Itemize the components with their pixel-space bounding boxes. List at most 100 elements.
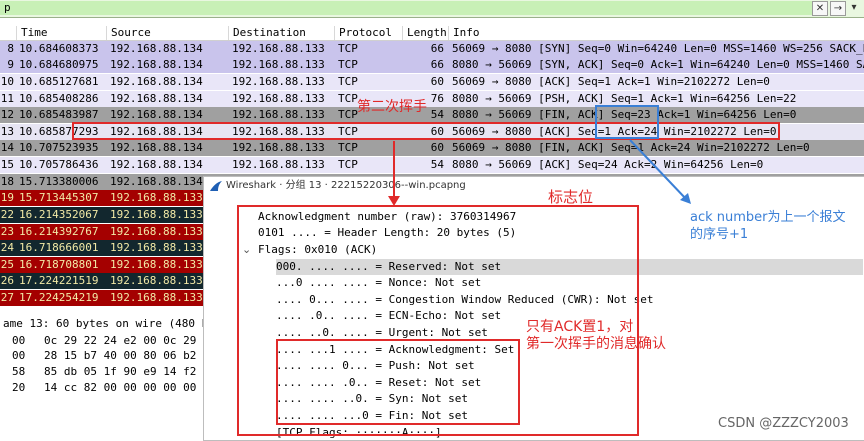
wireshark-fin-icon: [210, 181, 222, 191]
window-titlebar[interactable]: Wireshark · 分组 13 · 22215220306--win.pca…: [204, 177, 864, 195]
column-header-info[interactable]: Info: [448, 26, 863, 40]
display-filter-bar: ✕ → ▾: [0, 0, 864, 18]
annotation-second-wave: 第二次挥手: [357, 99, 427, 115]
apply-filter-button[interactable]: →: [830, 1, 846, 16]
packet-source: 192.168.88.133: [110, 291, 203, 304]
packet-source: 192.168.88.134: [110, 58, 203, 71]
packet-source: 192.168.88.134: [110, 42, 203, 55]
packet-source: 192.168.88.133: [110, 225, 203, 238]
highlight-box-packet-13: [72, 122, 780, 140]
packet-protocol: TCP: [338, 108, 358, 121]
packet-destination: 192.168.88.133: [232, 158, 325, 171]
packet-number: 11: [0, 92, 14, 105]
column-header-destination[interactable]: Destination: [228, 26, 335, 40]
packet-protocol: TCP: [338, 92, 358, 105]
annotation-ack-note-line2: 的序号+1: [690, 227, 749, 242]
packet-source: 192.168.88.134: [110, 175, 203, 188]
packet-source: 192.168.88.133: [110, 241, 203, 254]
packet-source: 192.168.88.134: [110, 92, 203, 105]
packet-source: 192.168.88.133: [110, 274, 203, 287]
packet-number: 18: [0, 175, 14, 188]
packet-number: 26: [0, 274, 14, 287]
packet-source: 192.168.88.134: [110, 75, 203, 88]
packet-number: 23: [0, 225, 14, 238]
packet-time: 16.214392767: [19, 225, 99, 238]
packet-row[interactable]: 12 10.685483987 192.168.88.134 192.168.8…: [0, 107, 864, 123]
packet-number: 9: [7, 58, 14, 71]
packet-length: 54: [430, 158, 444, 171]
hex-offset: 00: [12, 334, 26, 347]
packet-source: 192.168.88.134: [110, 141, 203, 154]
packet-destination: 192.168.88.133: [232, 58, 325, 71]
packet-time: 10.685483987: [19, 108, 99, 121]
packet-info: 8080 → 56069 [SYN, ACK] Seq=0 Ack=1 Win=…: [452, 58, 864, 71]
column-header-protocol[interactable]: Protocol: [334, 26, 403, 40]
packet-row[interactable]: 15 10.705786436 192.168.88.134 192.168.8…: [0, 157, 864, 173]
column-header-length[interactable]: Length: [402, 26, 449, 40]
packet-length: 66: [430, 58, 444, 71]
packet-destination: 192.168.88.133: [232, 42, 325, 55]
hex-offset: 00: [12, 349, 26, 362]
packet-source: 192.168.88.133: [110, 191, 203, 204]
packet-time: 10.707523935: [19, 141, 99, 154]
packet-row[interactable]: 10 10.685127681 192.168.88.134 192.168.8…: [0, 74, 864, 90]
packet-info: 8080 → 56069 [ACK] Seq=24 Ack=2 Win=6425…: [452, 158, 764, 171]
packet-destination: 192.168.88.133: [232, 75, 325, 88]
packet-time: 10.684680975: [19, 58, 99, 71]
packet-time: 10.684608373: [19, 42, 99, 55]
packet-number: 15: [0, 158, 14, 171]
packet-info: 56069 → 8080 [SYN] Seq=0 Win=64240 Len=0…: [452, 42, 864, 55]
packet-row[interactable]: 14 10.707523935 192.168.88.134 192.168.8…: [0, 140, 864, 156]
frame-summary-line[interactable]: ame 13: 60 bytes on wire (480 b: [0, 317, 208, 330]
packet-time: 10.685127681: [19, 75, 99, 88]
packet-time: 16.718666001: [19, 241, 99, 254]
packet-bytes-pane: 00 0c 29 22 24 e2 00 0c 29 00 28 15 b7 4…: [0, 330, 205, 439]
column-header-time[interactable]: Time: [16, 26, 107, 40]
filter-dropdown-icon[interactable]: ▾: [849, 1, 859, 14]
packet-protocol: TCP: [338, 58, 358, 71]
highlight-box-ack-number: [595, 105, 659, 139]
annotation-flag-bits: 标志位: [548, 188, 594, 206]
packet-protocol: TCP: [338, 75, 358, 88]
hex-bytes: 0c 29 22 24 e2 00 0c 29: [44, 334, 197, 347]
packet-time: 15.713445307: [19, 191, 99, 204]
clear-filter-button[interactable]: ✕: [812, 1, 828, 16]
packet-length: 60: [430, 141, 444, 154]
packet-protocol: TCP: [338, 158, 358, 171]
packet-number: 8: [7, 42, 14, 55]
packet-destination: 192.168.88.133: [232, 108, 325, 121]
packet-source: 192.168.88.133: [110, 208, 203, 221]
packet-protocol: TCP: [338, 141, 358, 154]
packet-destination: 192.168.88.133: [232, 92, 325, 105]
packet-destination: 192.168.88.133: [232, 141, 325, 154]
packet-time: 17.224254219: [19, 291, 99, 304]
packet-number: 25: [0, 258, 14, 271]
packet-row[interactable]: 9 10.684680975 192.168.88.134 192.168.88…: [0, 57, 864, 73]
packet-number: 22: [0, 208, 14, 221]
packet-row[interactable]: 11 10.685408286 192.168.88.134 192.168.8…: [0, 91, 864, 107]
annotation-only-ack-line2: 第一次挥手的消息确认: [526, 336, 666, 352]
packet-number: 24: [0, 241, 14, 254]
highlight-box-ack-set: [276, 339, 520, 425]
window-title: Wireshark · 分组 13 · 22215220306--win.pca…: [226, 180, 466, 191]
packet-length: 60: [430, 75, 444, 88]
packet-time: 10.705786436: [19, 158, 99, 171]
packet-protocol: TCP: [338, 42, 358, 55]
packet-info: 56069 → 8080 [FIN, ACK] Seq=1 Ack=24 Win…: [452, 141, 810, 154]
packet-source: 192.168.88.134: [110, 108, 203, 121]
packet-source: 192.168.88.133: [110, 258, 203, 271]
hex-bytes: 85 db 05 1f 90 e9 14 f2: [44, 365, 197, 378]
display-filter-input[interactable]: [0, 1, 816, 15]
packet-row[interactable]: 8 10.684608373 192.168.88.134 192.168.88…: [0, 41, 864, 57]
packet-number: 12: [0, 108, 14, 121]
packet-length: 66: [430, 42, 444, 55]
column-header-source[interactable]: Source: [106, 26, 229, 40]
packet-info: 56069 → 8080 [ACK] Seq=1 Ack=1 Win=21022…: [452, 75, 770, 88]
packet-number: 10: [0, 75, 14, 88]
csdn-watermark: CSDN @ZZZCY2003: [718, 416, 849, 431]
hex-bytes: 28 15 b7 40 00 80 06 b2: [44, 349, 197, 362]
hex-offset: 58: [12, 365, 26, 378]
packet-time: 10.685408286: [19, 92, 99, 105]
packet-time: 16.718708801: [19, 258, 99, 271]
packet-time: 16.214352067: [19, 208, 99, 221]
